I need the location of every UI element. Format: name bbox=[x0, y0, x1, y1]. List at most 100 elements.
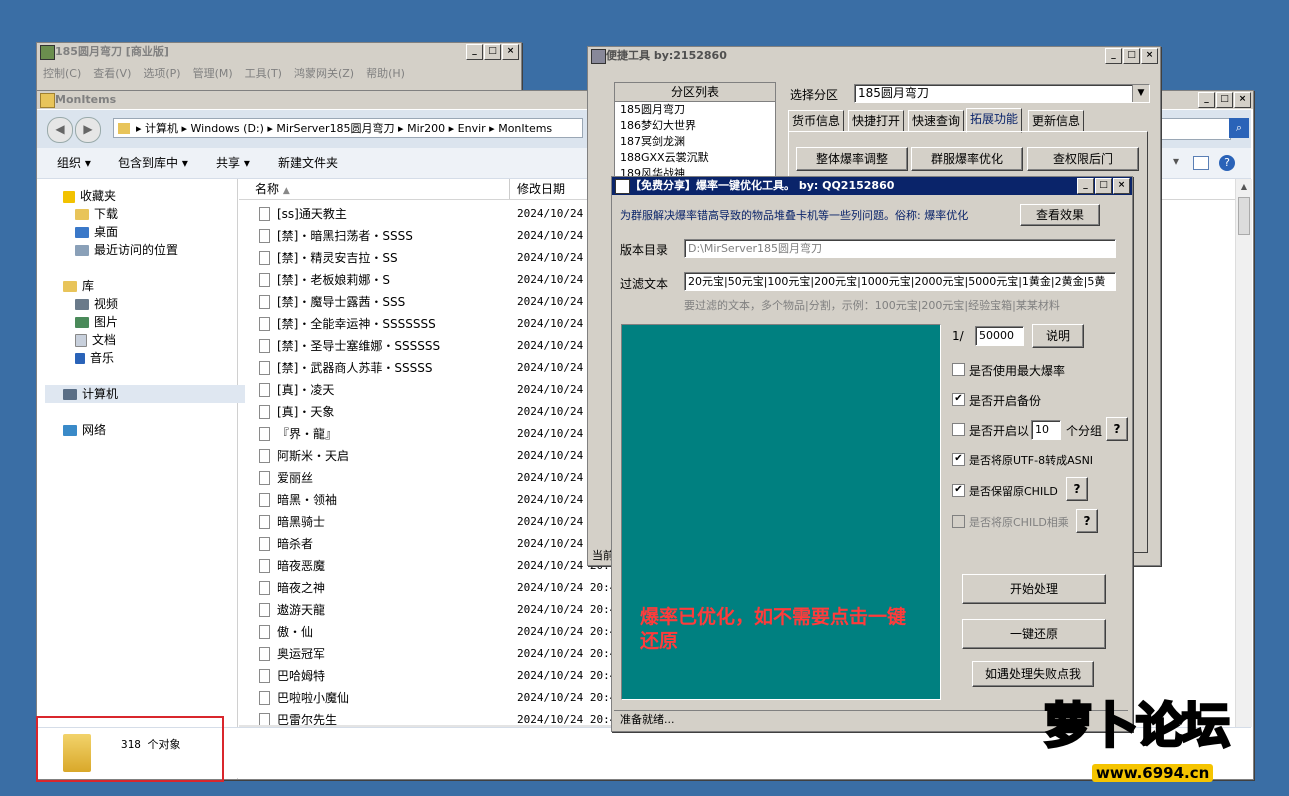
minimize-icon[interactable]: _ bbox=[1198, 92, 1215, 108]
table-row[interactable]: 暗杀者 2024/10/24 20:49 bbox=[239, 533, 639, 555]
tools-titlebar[interactable]: 便捷工具 by:2152860 _ □ × bbox=[588, 47, 1160, 65]
menu-control[interactable]: 控制(C) bbox=[43, 65, 81, 81]
close-icon[interactable]: × bbox=[1113, 178, 1130, 194]
multiply-child-help-button[interactable]: ? bbox=[1076, 509, 1098, 533]
fail-help-button[interactable]: 如遇处理失败点我 bbox=[972, 661, 1094, 687]
group-count-input[interactable]: 10 bbox=[1031, 420, 1061, 440]
chevron-down-icon[interactable]: ▼ bbox=[1132, 85, 1149, 102]
close-icon[interactable]: × bbox=[1234, 92, 1251, 108]
nav-downloads[interactable]: 下载 bbox=[75, 205, 118, 223]
breadcrumb[interactable]: ▸ 计算机 ▸ Windows (D:) ▸ MirServer185圆月弯刀 … bbox=[113, 118, 583, 138]
back-button[interactable]: ◀ bbox=[47, 117, 73, 143]
menu-manage[interactable]: 管理(M) bbox=[193, 65, 233, 81]
region-item[interactable]: 188GXX云裳沉默 bbox=[615, 150, 775, 166]
back-app-titlebar[interactable]: 185圆月弯刀 [商业版] _ □ × bbox=[37, 43, 521, 61]
nav-library[interactable]: 库 bbox=[63, 277, 94, 295]
nav-computer[interactable]: 计算机 bbox=[45, 385, 245, 403]
table-row[interactable]: [真]・天象 2024/10/24 20:49 bbox=[239, 401, 639, 423]
help-icon[interactable]: ? bbox=[1219, 155, 1235, 171]
file-list-scrollbar[interactable]: ▲ bbox=[1235, 179, 1252, 727]
table-row[interactable]: 暗夜恶魔2024/10/24 20:49文 bbox=[239, 555, 649, 577]
table-row[interactable]: 『界・龍』 2024/10/24 20:49 bbox=[239, 423, 639, 445]
option-keep-child-checkbox[interactable]: ✔ bbox=[952, 484, 965, 497]
share-button[interactable]: 共享 ▾ bbox=[216, 148, 250, 178]
minimize-icon[interactable]: _ bbox=[466, 44, 483, 60]
table-row[interactable]: 爱丽丝 2024/10/24 20:49 bbox=[239, 467, 639, 489]
menu-view[interactable]: 查看(V) bbox=[93, 65, 131, 81]
table-row[interactable]: [禁]・圣导士塞维娜・SSSSSS 2024/10/24 20:49 bbox=[239, 335, 639, 357]
nav-videos[interactable]: 视频 bbox=[75, 295, 118, 313]
column-date-header[interactable]: 修改日期 bbox=[517, 179, 565, 199]
view-effect-button[interactable]: 查看效果 bbox=[1020, 204, 1100, 226]
maximize-icon[interactable]: □ bbox=[484, 44, 501, 60]
column-divider[interactable] bbox=[509, 179, 510, 199]
scroll-thumb[interactable] bbox=[1238, 197, 1250, 235]
table-row[interactable]: [禁]・武器商人苏菲・SSSSS 2024/10/24 20:49 bbox=[239, 357, 639, 379]
menu-tools[interactable]: 工具(T) bbox=[245, 65, 282, 81]
breadcrumb-monitems[interactable]: MonItems bbox=[498, 122, 552, 135]
region-select[interactable]: 185圆月弯刀 ▼ bbox=[854, 84, 1150, 103]
keep-child-help-button[interactable]: ? bbox=[1066, 477, 1088, 501]
ratio-input[interactable]: 50000 bbox=[975, 326, 1024, 346]
start-process-button[interactable]: 开始处理 bbox=[962, 574, 1106, 604]
maximize-icon[interactable]: □ bbox=[1123, 48, 1140, 64]
table-row[interactable]: 遨游天龍2024/10/24 20:49文 bbox=[239, 599, 649, 621]
view-toggle-icon[interactable]: ▾ bbox=[1173, 155, 1183, 167]
option-max-rate-checkbox[interactable] bbox=[952, 363, 965, 376]
version-dir-field[interactable]: D:\MirServer185圆月弯刀 bbox=[684, 239, 1116, 258]
overall-rate-button[interactable]: 整体爆率调整 bbox=[796, 147, 908, 171]
maximize-icon[interactable]: □ bbox=[1095, 178, 1112, 194]
close-icon[interactable]: × bbox=[1141, 48, 1158, 64]
tab-extensions[interactable]: 拓展功能 bbox=[966, 108, 1023, 133]
option-group-checkbox[interactable] bbox=[952, 423, 965, 436]
option-multiply-child-checkbox[interactable] bbox=[952, 515, 965, 528]
region-item[interactable]: 185圆月弯刀 bbox=[615, 102, 775, 118]
table-row[interactable]: 巴啦啦小魔仙2024/10/24 20:49文 bbox=[239, 687, 649, 709]
table-row[interactable]: 阿斯米・天启 2024/10/24 20:49 bbox=[239, 445, 639, 467]
region-item[interactable]: 186梦幻大世界 bbox=[615, 118, 775, 134]
nav-desktop[interactable]: 桌面 bbox=[75, 223, 118, 241]
tab-currency[interactable]: 货币信息 bbox=[788, 110, 845, 132]
option-utf8-checkbox[interactable]: ✔ bbox=[952, 453, 965, 466]
nav-pictures[interactable]: 图片 bbox=[75, 313, 118, 331]
table-row[interactable]: [禁]・老板娘莉娜・S 2024/10/24 20:49 bbox=[239, 269, 639, 291]
menu-options[interactable]: 选项(P) bbox=[143, 65, 180, 81]
breadcrumb-computer[interactable]: 计算机 bbox=[145, 122, 178, 135]
breadcrumb-mir200[interactable]: Mir200 bbox=[407, 122, 445, 135]
region-item[interactable]: 187冥剑龙渊 bbox=[615, 134, 775, 150]
table-row[interactable]: 巴哈姆特2024/10/24 20:49文 bbox=[239, 665, 649, 687]
preview-pane-icon[interactable] bbox=[1193, 156, 1209, 170]
table-row[interactable]: 暗夜之神2024/10/24 20:49文 bbox=[239, 577, 649, 599]
nav-music[interactable]: 音乐 bbox=[75, 349, 114, 367]
close-icon[interactable]: × bbox=[502, 44, 519, 60]
table-row[interactable]: 傲・仙2024/10/24 20:49文 bbox=[239, 621, 649, 643]
tab-quick-query[interactable]: 快速查询 bbox=[908, 110, 965, 132]
column-name-header[interactable]: 名称 ▲ bbox=[255, 179, 290, 201]
explain-button[interactable]: 说明 bbox=[1032, 324, 1084, 348]
region-list[interactable]: 分区列表 185圆月弯刀 186梦幻大世界 187冥剑龙渊 188GXX云裳沉默… bbox=[614, 82, 776, 184]
minimize-icon[interactable]: _ bbox=[1077, 178, 1094, 194]
filter-text-field[interactable]: 20元宝|50元宝|100元宝|200元宝|1000元宝|2000元宝|5000… bbox=[684, 272, 1116, 291]
group-rate-optimize-button[interactable]: 群服爆率优化 bbox=[911, 147, 1023, 171]
table-row[interactable]: [禁]・魔导士露茜・SSS 2024/10/24 20:49 bbox=[239, 291, 639, 313]
table-row[interactable]: 暗黑・领袖 2024/10/24 20:49 bbox=[239, 489, 639, 511]
scroll-up-icon[interactable]: ▲ bbox=[1236, 179, 1252, 195]
table-row[interactable]: [禁]・精灵安吉拉・SS 2024/10/24 20:49 bbox=[239, 247, 639, 269]
menu-gateway[interactable]: 鸿蒙网关(Z) bbox=[294, 65, 354, 81]
optimizer-titlebar[interactable]: 【免费分享】爆率一键优化工具。 by: QQ2152860 _ □ × bbox=[612, 177, 1132, 195]
check-backdoor-button[interactable]: 查权限后门 bbox=[1027, 147, 1139, 171]
restore-button[interactable]: 一键还原 bbox=[962, 619, 1106, 649]
table-row[interactable]: [禁]・全能幸运神・SSSSSSS 2024/10/24 20:49 bbox=[239, 313, 639, 335]
tab-updates[interactable]: 更新信息 bbox=[1028, 110, 1085, 132]
nav-network[interactable]: 网络 bbox=[63, 421, 106, 439]
tab-quick-open[interactable]: 快捷打开 bbox=[848, 110, 905, 132]
nav-favorites[interactable]: 收藏夹 bbox=[63, 187, 116, 205]
nav-recent-places[interactable]: 最近访问的位置 bbox=[75, 241, 178, 259]
nav-documents[interactable]: 文档 bbox=[75, 331, 116, 349]
table-row[interactable]: 暗黑骑士 2024/10/24 20:49 bbox=[239, 511, 639, 533]
maximize-icon[interactable]: □ bbox=[1216, 92, 1233, 108]
new-folder-button[interactable]: 新建文件夹 bbox=[278, 148, 338, 178]
forward-button[interactable]: ▶ bbox=[75, 117, 101, 143]
menu-help[interactable]: 帮助(H) bbox=[366, 65, 405, 81]
organize-button[interactable]: 组织 ▾ bbox=[57, 148, 91, 178]
